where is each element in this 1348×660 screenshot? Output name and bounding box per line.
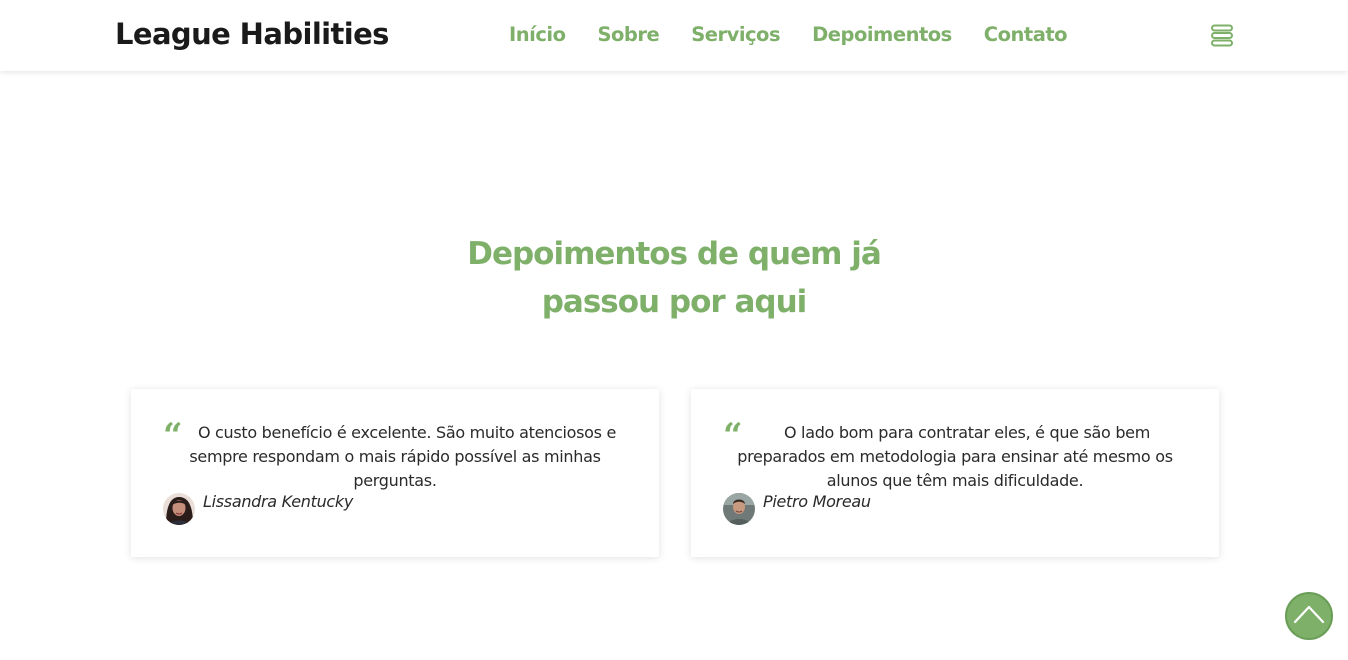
author-name: Lissandra Kentucky bbox=[203, 491, 354, 511]
testimonial-text: O custo benefício é excelente. São muito… bbox=[189, 423, 617, 490]
testimonial-author: Lissandra Kentucky bbox=[163, 491, 354, 525]
nav-link-servicos[interactable]: Serviços bbox=[691, 22, 780, 48]
avatar-female-icon bbox=[163, 493, 195, 525]
section-title: Depoimentos de quem já passou por aqui bbox=[0, 230, 1348, 326]
testimonial-text: O lado bom para contratar eles, é que sã… bbox=[737, 423, 1173, 490]
site-logo[interactable]: League Habilities bbox=[115, 15, 389, 53]
avatar bbox=[723, 493, 755, 525]
nav-link-sobre[interactable]: Sobre bbox=[597, 22, 659, 48]
testimonial-card: “ O lado bom para contratar eles, é que … bbox=[691, 389, 1219, 557]
section-title-line-1: Depoimentos de quem já bbox=[467, 236, 882, 272]
testimonial-card: “ O custo benefício é excelente. São mui… bbox=[131, 389, 659, 557]
back-to-top-button[interactable] bbox=[1285, 592, 1333, 640]
nav-link-depoimentos[interactable]: Depoimentos bbox=[812, 22, 952, 48]
testimonial-author: Pietro Moreau bbox=[723, 491, 871, 525]
menu-toggle-button[interactable] bbox=[1210, 24, 1234, 47]
author-name: Pietro Moreau bbox=[763, 491, 871, 511]
site-header: League Habilities Início Sobre Serviços … bbox=[0, 0, 1348, 71]
section-title-line-2: passou por aqui bbox=[541, 284, 808, 320]
nav-link-contato[interactable]: Contato bbox=[984, 22, 1068, 48]
avatar bbox=[163, 493, 195, 525]
main-nav: Início Sobre Serviços Depoimentos Contat… bbox=[509, 22, 1068, 48]
hamburger-stack-icon bbox=[1211, 24, 1233, 47]
avatar-male-icon bbox=[723, 493, 755, 525]
nav-link-inicio[interactable]: Início bbox=[509, 22, 566, 48]
chevron-up-icon bbox=[1293, 605, 1325, 624]
